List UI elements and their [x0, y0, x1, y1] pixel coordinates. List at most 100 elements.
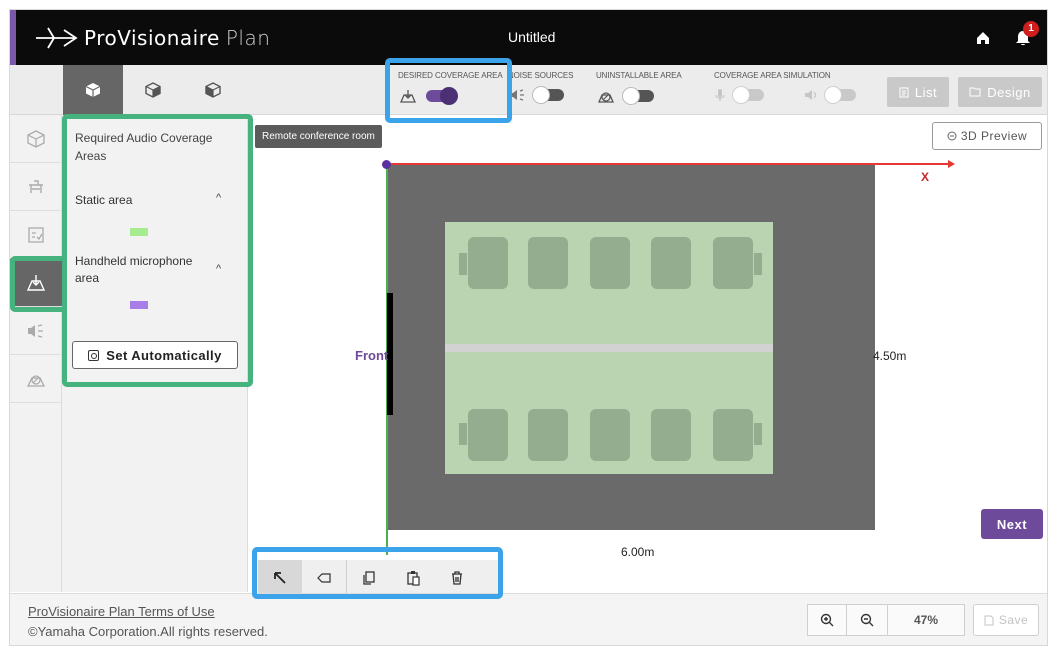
list-button[interactable]: List: [887, 77, 949, 107]
save-button[interactable]: Save: [973, 604, 1039, 636]
chair[interactable]: [468, 409, 508, 461]
notification-badge: 1: [1023, 21, 1039, 37]
handheld-area-chevron-up-icon[interactable]: ^: [216, 263, 221, 275]
strip-uninstallable-button[interactable]: [10, 355, 62, 403]
cube-front-icon: [205, 82, 221, 98]
cursor-arrow-icon: [274, 571, 286, 584]
zoom-in-icon: [820, 613, 834, 627]
simulation-label: COVERAGE AREA SIMULATION: [714, 71, 831, 80]
hand-icon: [317, 572, 331, 583]
set-automatically-label: Set Automatically: [106, 347, 222, 363]
set-automatically-button[interactable]: Set Automatically: [72, 341, 238, 369]
list-label: List: [914, 84, 938, 100]
zoom-level-display[interactable]: 47%: [887, 604, 965, 636]
strip-coverage-button[interactable]: [10, 259, 62, 307]
plan-canvas[interactable]: Remote conference room 3D Preview X Fron…: [249, 115, 1047, 592]
desired-coverage-toggle-group: DESIRED COVERAGE AREA: [398, 71, 503, 105]
pan-tool-button[interactable]: [302, 560, 346, 595]
simulation-speaker-switch[interactable]: [824, 86, 856, 104]
static-area-chevron-up-icon[interactable]: ^: [216, 192, 221, 204]
front-label: Front: [355, 348, 389, 363]
panel-title: Required Audio Coverage Areas: [75, 131, 213, 163]
logo-mark-icon: [36, 27, 78, 49]
strip-checklist-button[interactable]: [10, 211, 62, 259]
strip-furniture-button[interactable]: [10, 163, 62, 211]
app-name-suffix: Plan: [225, 26, 271, 50]
strip-noise-button[interactable]: [10, 307, 62, 355]
chair[interactable]: [528, 409, 568, 461]
x-axis-label: X: [921, 170, 930, 184]
noise-sources-toggle-group: NOISE SOURCES: [508, 71, 574, 104]
app-header: ProVisionaire Plan Untitled 1: [10, 10, 1047, 65]
edit-toolbar: [258, 560, 498, 595]
handheld-area-swatch[interactable]: [130, 301, 148, 309]
zoom-level-value: 47%: [913, 613, 939, 627]
main-toolbar: DESIRED COVERAGE AREA NOISE SOURCES UNIN…: [10, 65, 1047, 115]
speaker-noise-icon: [28, 323, 43, 338]
save-label: Save: [998, 613, 1029, 627]
chair[interactable]: [528, 237, 568, 289]
uninstallable-switch[interactable]: [622, 87, 654, 105]
simulation-mic-switch[interactable]: [732, 86, 764, 104]
uninstallable-label: UNINSTALLABLE AREA: [596, 71, 682, 80]
handheld-area-label: Handheld microphone area: [75, 254, 193, 285]
x-axis-arrow-icon: [948, 160, 955, 168]
desired-coverage-switch[interactable]: [426, 87, 458, 105]
design-label: Design: [987, 84, 1031, 100]
chair[interactable]: [590, 237, 630, 289]
3d-preview-button[interactable]: 3D Preview: [932, 122, 1042, 150]
view-tab-front[interactable]: [183, 65, 243, 115]
paste-icon: [407, 570, 420, 586]
delete-button[interactable]: [435, 560, 479, 595]
chair-arm: [754, 253, 762, 275]
desk-icon: [29, 179, 43, 193]
terms-of-use-link[interactable]: ProVisionaire Plan Terms of Use: [28, 604, 215, 619]
no-install-area-icon: [598, 92, 614, 103]
design-button[interactable]: Design: [958, 77, 1042, 107]
noise-sources-switch[interactable]: [532, 86, 564, 104]
room-name-tag[interactable]: Remote conference room: [255, 125, 382, 148]
view-tab-side[interactable]: [123, 65, 183, 115]
chair[interactable]: [651, 409, 691, 461]
copy-icon: [363, 570, 375, 585]
x-axis-line: [388, 163, 948, 165]
list-icon: [899, 87, 909, 97]
strip-room-button[interactable]: [10, 115, 62, 163]
select-tool-button[interactable]: [258, 560, 302, 595]
chair[interactable]: [713, 237, 753, 289]
copyright-text: ©Yamaha Corporation.All rights reserved.: [28, 624, 268, 639]
microphone-icon: [715, 89, 725, 101]
chair[interactable]: [713, 409, 753, 461]
view-tab-top[interactable]: [63, 65, 123, 115]
chair[interactable]: [651, 237, 691, 289]
coverage-area-icon: [26, 274, 46, 291]
uninstallable-toggle-group: UNINSTALLABLE AREA: [596, 71, 682, 105]
copy-button[interactable]: [347, 560, 391, 595]
speaker-noise-icon: [510, 89, 524, 101]
zoom-in-button[interactable]: [807, 604, 847, 636]
speaker-icon: [805, 90, 817, 100]
coverage-side-panel: Required Audio Coverage Areas Static are…: [62, 115, 248, 592]
origin-point[interactable]: [382, 160, 391, 169]
zoom-out-button[interactable]: [846, 604, 888, 636]
save-icon: [984, 615, 994, 625]
paste-button[interactable]: [391, 560, 435, 595]
footer: ProVisionaire Plan Terms of Use ©Yamaha …: [10, 593, 1047, 645]
zoom-out-icon: [860, 613, 874, 627]
room-floor[interactable]: [387, 165, 875, 530]
next-button[interactable]: Next: [981, 509, 1043, 539]
coverage-area-icon: [400, 90, 416, 103]
noise-sources-label: NOISE SOURCES: [508, 71, 574, 80]
room-cube-icon: [27, 129, 45, 148]
app-logo[interactable]: ProVisionaire Plan: [34, 23, 270, 53]
cube-top-icon: [85, 83, 101, 97]
chair[interactable]: [590, 409, 630, 461]
chair-arm: [459, 253, 467, 275]
header-accent: [10, 10, 16, 65]
static-area-swatch[interactable]: [130, 228, 148, 236]
preview-icon: [947, 131, 957, 141]
chair[interactable]: [468, 237, 508, 289]
no-install-area-icon: [26, 374, 46, 387]
home-icon[interactable]: [975, 30, 991, 46]
checklist-icon: [28, 226, 44, 243]
